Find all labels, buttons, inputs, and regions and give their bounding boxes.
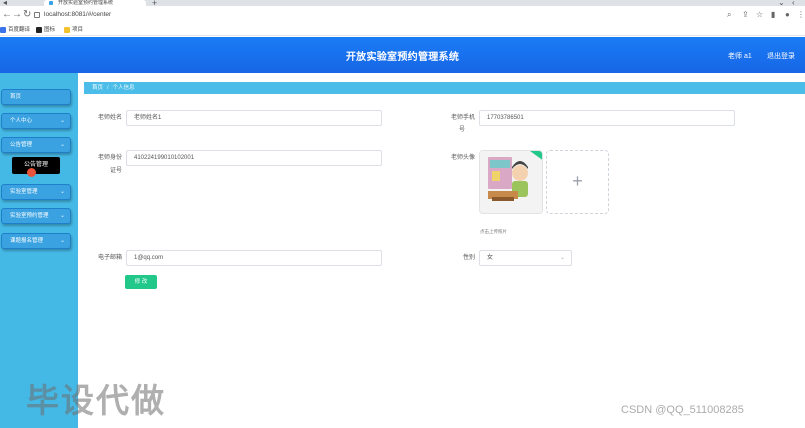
teacher-name-input[interactable]: 老师姓名1 xyxy=(126,110,382,126)
sidebar-item-lab-reservations[interactable]: 实验室预约管理 ⌄ xyxy=(1,208,71,224)
mouse-cursor-icon xyxy=(27,168,36,177)
back-icon[interactable]: ← xyxy=(2,9,12,21)
avatar-illustration-icon xyxy=(480,151,542,213)
forward-icon[interactable]: → xyxy=(12,9,22,21)
bookmarks-bar: 百度翻译 图标 项目 xyxy=(0,24,805,36)
bookmark-item[interactable]: 项目 xyxy=(64,26,83,34)
watermark-text: 毕设代做 xyxy=(26,382,166,419)
email-input[interactable]: 1@qq.com xyxy=(126,250,382,266)
url-field[interactable]: localhost:8081/#/center xyxy=(34,9,714,21)
breadcrumb: 首页 / 个人信息 xyxy=(84,82,805,94)
logout-link[interactable]: 退出登录 xyxy=(767,51,795,61)
email-label: 电子邮箱 xyxy=(97,255,122,261)
bookmark-item[interactable]: 图标 xyxy=(36,26,55,34)
sidebar-item-personal-center[interactable]: 个人中心 ⌄ xyxy=(1,113,71,129)
tab-favicon-icon xyxy=(49,1,53,5)
bookmark-item[interactable]: 百度翻译 xyxy=(0,26,30,34)
profile-icon[interactable]: ● xyxy=(785,9,790,21)
teacher-id-input[interactable]: 410224199010102001 xyxy=(126,150,382,166)
bookmark-icon xyxy=(0,27,6,33)
teacher-id-label: 老师身份 xyxy=(97,155,122,161)
breadcrumb-current: 个人信息 xyxy=(112,85,135,91)
share-icon[interactable]: ⇪ xyxy=(742,9,749,21)
teacher-phone-input[interactable]: 17703786501 xyxy=(479,110,735,126)
user-name: 老师 a1 xyxy=(728,53,752,60)
gender-select[interactable]: 女 ⌄ xyxy=(479,250,572,266)
upload-button[interactable]: + xyxy=(546,150,609,214)
chevron-down-icon: ⌄ xyxy=(59,238,65,244)
gender-select-value: 女 xyxy=(487,255,494,261)
address-bar: ← → ↻ localhost:8081/#/center ⌕ ⇪ ☆ ▮ ● … xyxy=(0,6,805,24)
upload-tip: 点击上传照片 xyxy=(480,229,507,234)
sidebar-icon[interactable]: ▮ xyxy=(771,9,775,21)
folder-icon xyxy=(64,27,70,33)
app-header: 开放实验室预约管理系统 老师 a1 退出登录 xyxy=(0,37,805,73)
teacher-avatar-label: 老师头像 xyxy=(450,155,475,161)
plus-icon: + xyxy=(572,171,583,191)
avatar-image[interactable] xyxy=(479,150,543,214)
sidebar-item-announcements[interactable]: 公告管理 ⌄ xyxy=(1,137,71,153)
breadcrumb-home[interactable]: 首页 xyxy=(92,85,103,91)
chevron-down-icon: ⌄ xyxy=(559,255,565,261)
chevron-down-icon: ⌄ xyxy=(59,118,65,124)
csdn-watermark: CSDN @QQ_511008285 xyxy=(621,404,744,416)
url-text: localhost:8081/#/center xyxy=(44,11,112,18)
gender-label: 性别 xyxy=(462,255,475,261)
chevron-down-icon: ⌄ xyxy=(59,189,65,195)
breadcrumb-separator: / xyxy=(107,85,109,91)
teacher-phone-label: 老师手机 xyxy=(450,115,475,121)
teacher-name-label: 老师姓名 xyxy=(97,115,122,121)
sidebar-item-home[interactable]: 首页 xyxy=(1,89,71,105)
bookmark-star-icon[interactable]: ☆ xyxy=(756,9,763,21)
sidebar-item-topic-signup[interactable]: 课题报名管理 ⌄ xyxy=(1,233,71,249)
translate-icon[interactable]: ⌕ xyxy=(727,9,731,21)
app-title: 开放实验室预约管理系统 xyxy=(345,52,460,63)
site-info-icon[interactable] xyxy=(34,12,40,18)
teacher-id-label-cont: 证号 xyxy=(109,168,122,174)
bookmark-icon xyxy=(36,27,42,33)
menu-icon[interactable]: ⋮ xyxy=(797,9,805,21)
sidebar-item-labs[interactable]: 实验室管理 ⌄ xyxy=(1,184,71,200)
chevron-down-icon: ⌄ xyxy=(59,142,65,148)
reload-icon[interactable]: ↻ xyxy=(23,9,31,21)
submit-button[interactable]: 修 改 xyxy=(125,275,157,289)
teacher-phone-label-cont: 号 xyxy=(458,127,465,133)
chevron-down-icon: ⌄ xyxy=(59,213,65,219)
menu-tooltip: 公告管理 xyxy=(12,157,60,174)
